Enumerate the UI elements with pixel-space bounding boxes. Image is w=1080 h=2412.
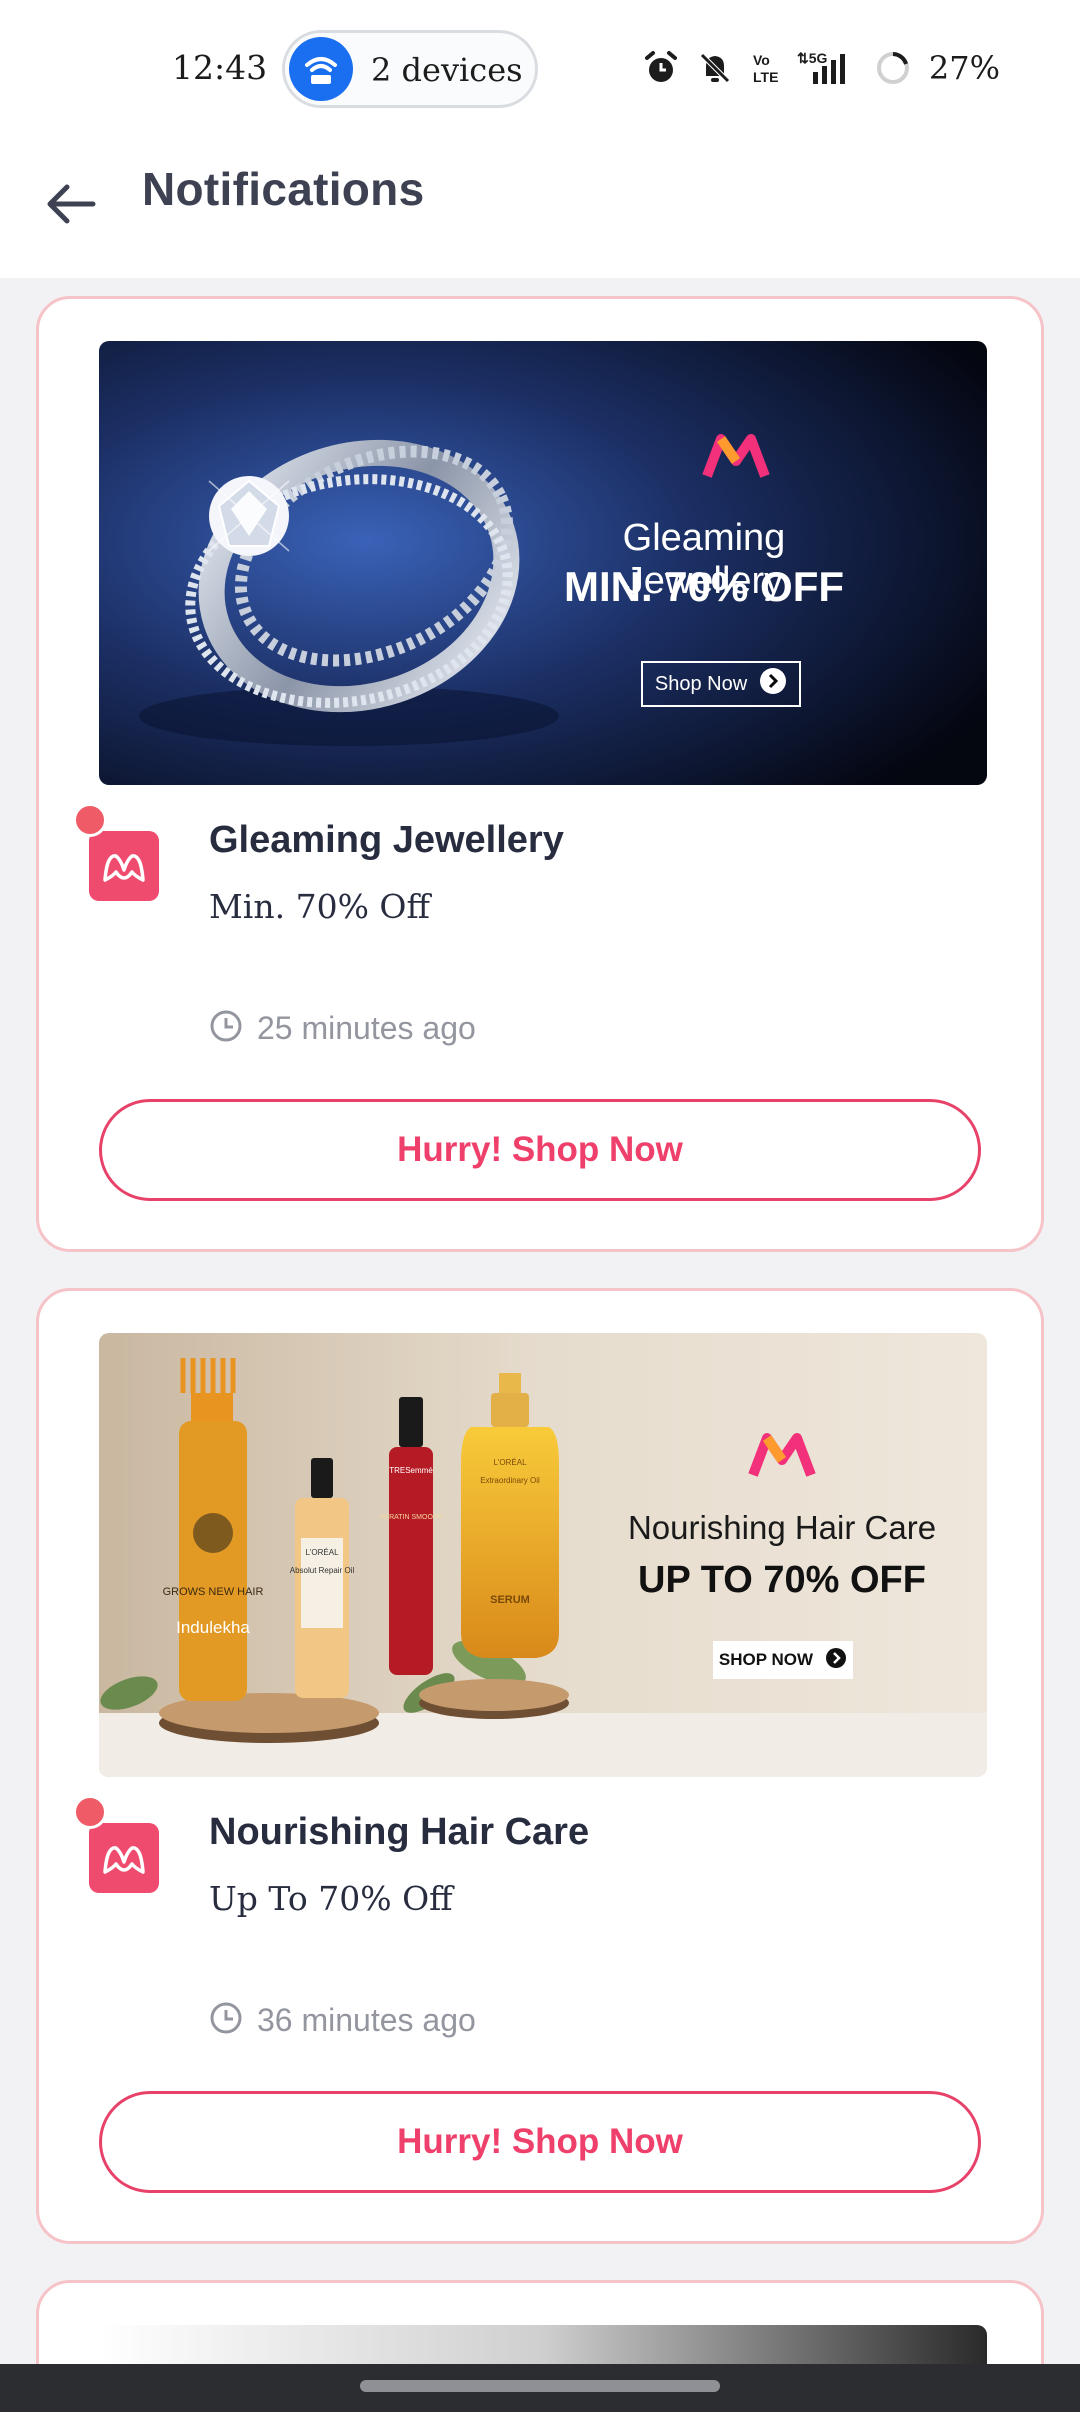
- time-text: 25 minutes ago: [257, 1009, 476, 1046]
- status-time: 12:43: [172, 48, 268, 87]
- myntra-logo-icon: [89, 831, 159, 901]
- bell-off-icon: [697, 50, 733, 86]
- clock-icon: [209, 2001, 243, 2039]
- wifi-hotspot-icon: [289, 37, 353, 101]
- notification-card[interactable]: GROWS NEW HAIR Indulekha L'ORÉAL Absolut…: [36, 1288, 1044, 2244]
- battery-ring-icon: [875, 50, 911, 86]
- product-label: L'ORÉAL: [305, 1548, 339, 1557]
- clock-icon: [209, 1009, 243, 1047]
- unread-dot: [73, 1795, 107, 1829]
- svg-text:Vo: Vo: [753, 52, 770, 68]
- product-label: Indulekha: [176, 1618, 250, 1637]
- hurry-shop-now-button[interactable]: Hurry! Shop Now: [99, 1099, 981, 1201]
- banner-offer: MIN. 70% OFF: [563, 563, 845, 610]
- hotspot-indicator[interactable]: 2 devices: [282, 30, 538, 108]
- myntra-logo-icon: [89, 1823, 159, 1893]
- notification-title: Nourishing Hair Care: [209, 1811, 590, 1853]
- time-text: 36 minutes ago: [257, 2001, 476, 2038]
- status-bar: 12:43 2 devices Vo LTE ⇅5G 27%: [0, 0, 1080, 140]
- status-icons: Vo LTE ⇅5G 27%: [643, 48, 1000, 88]
- notification-title: Gleaming Jewellery: [209, 819, 564, 861]
- notification-time: 36 minutes ago: [209, 2001, 476, 2039]
- product-label: SERUM: [490, 1594, 530, 1606]
- notification-time: 25 minutes ago: [209, 1009, 476, 1047]
- banner-headline: Nourishing Hair Care: [627, 1509, 937, 1546]
- hurry-shop-now-button[interactable]: Hurry! Shop Now: [99, 2091, 981, 2193]
- jewellery-banner-image[interactable]: Gleaming Jewellery MIN. 70% OFF Shop Now: [99, 341, 987, 785]
- chevron-right-icon: [759, 667, 787, 701]
- notification-subtitle: Up To 70% Off: [209, 1879, 453, 1918]
- volte-icon: Vo LTE: [751, 50, 779, 86]
- product-label: GROWS NEW HAIR: [163, 1586, 264, 1598]
- app-header: Notifications: [0, 140, 1080, 278]
- notification-subtitle: Min. 70% Off: [209, 887, 430, 926]
- banner-offer: UP TO 70% OFF: [638, 1559, 926, 1601]
- page-title: Notifications: [142, 163, 425, 215]
- notification-card[interactable]: Gleaming Jewellery MIN. 70% OFF Shop Now…: [36, 296, 1044, 1252]
- svg-text:LTE: LTE: [753, 69, 778, 85]
- 5g-signal-icon: ⇅5G: [797, 50, 857, 86]
- product-label: TRESemmé: [389, 1466, 433, 1475]
- alarm-icon: [643, 50, 679, 86]
- unread-dot: [73, 803, 107, 837]
- svg-text:⇅5G: ⇅5G: [797, 50, 828, 66]
- system-navigation-bar: [0, 2364, 1080, 2412]
- product-label: Extraordinary Oil: [480, 1476, 540, 1485]
- banner-shop-now[interactable]: Shop Now: [641, 661, 801, 707]
- product-label: Absolut Repair Oil: [290, 1566, 355, 1575]
- chevron-right-icon: [825, 1647, 847, 1674]
- battery-percentage: 27%: [928, 49, 1000, 87]
- home-indicator[interactable]: [360, 2380, 720, 2392]
- product-label: KERATIN SMOOTH: [380, 1514, 442, 1521]
- product-label: L'ORÉAL: [493, 1458, 527, 1467]
- banner-shop-now[interactable]: SHOP NOW: [713, 1641, 853, 1679]
- haircare-banner-image[interactable]: GROWS NEW HAIR Indulekha L'ORÉAL Absolut…: [99, 1333, 987, 1777]
- arrow-left-icon[interactable]: [36, 170, 104, 238]
- hotspot-label: 2 devices: [371, 51, 523, 89]
